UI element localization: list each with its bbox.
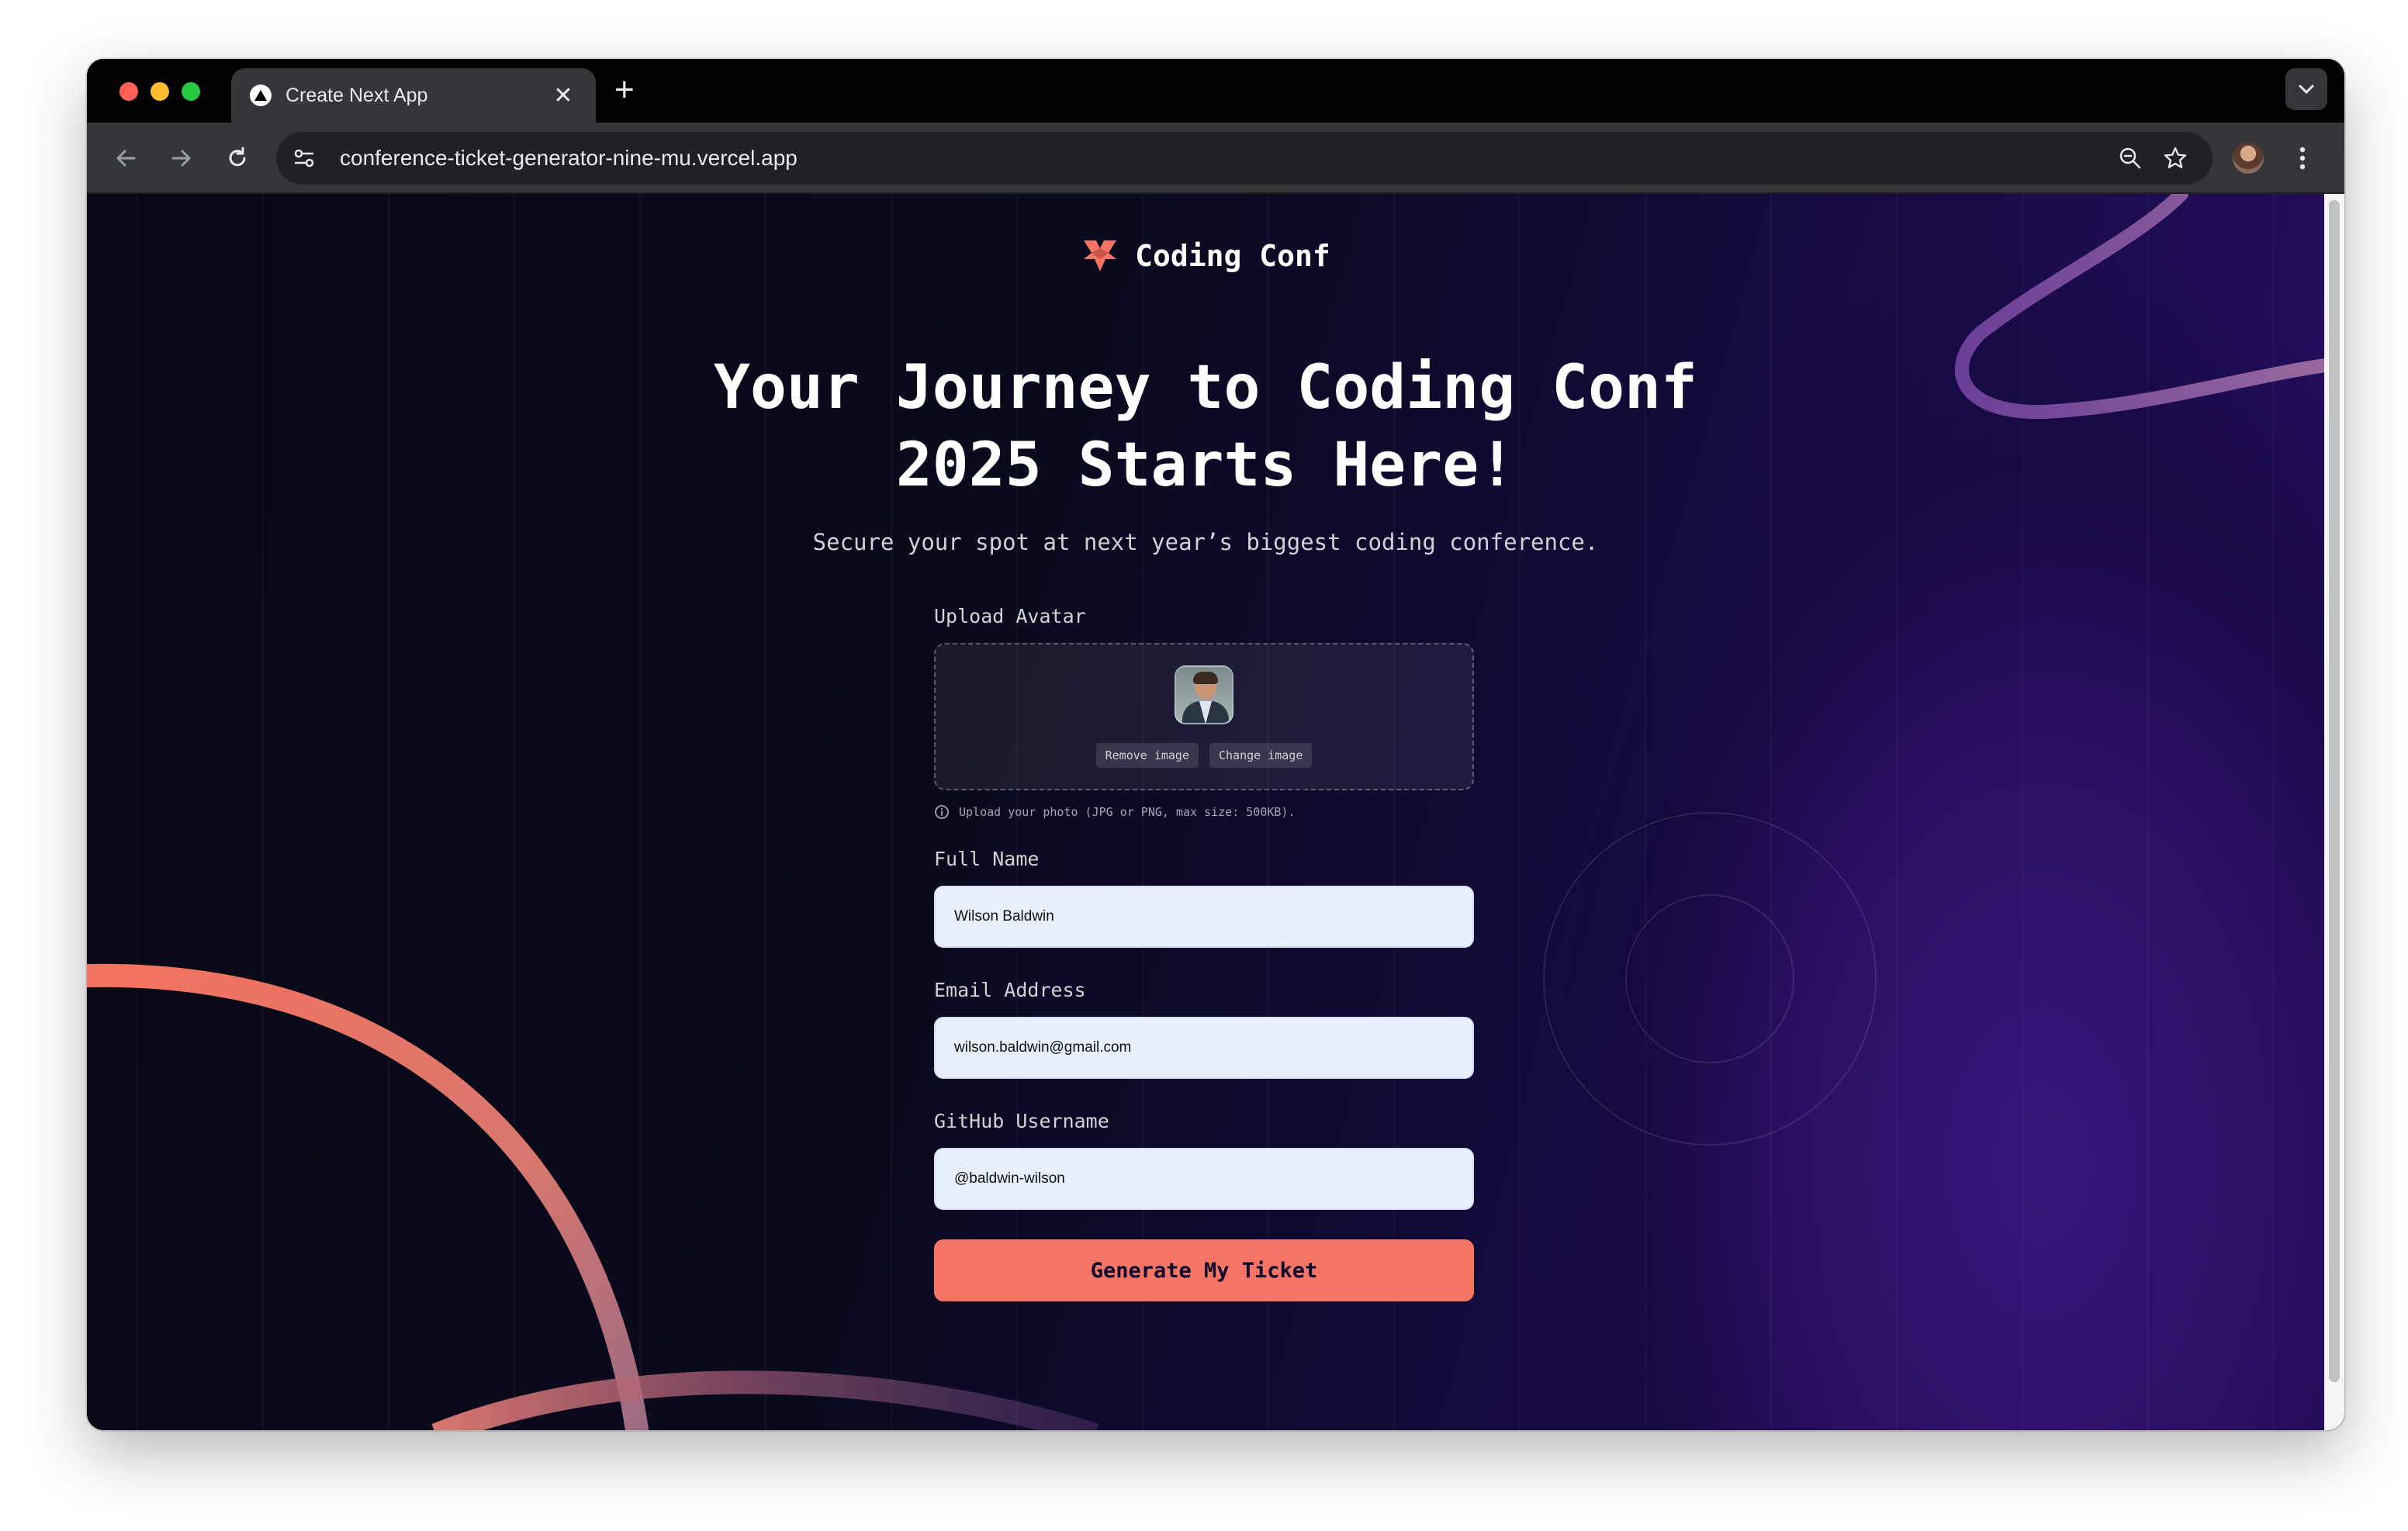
remove-image-button[interactable]: Remove image	[1095, 743, 1199, 768]
browser-tab[interactable]: Create Next App ✕	[231, 68, 596, 123]
reload-button[interactable]	[219, 140, 256, 177]
full-name-input[interactable]: Wilson Baldwin	[934, 886, 1474, 948]
github-group: GitHub Username @baldwin-wilson	[934, 1110, 1474, 1210]
upload-hint-text: Upload your photo (JPG or PNG, max size:…	[959, 805, 1296, 819]
change-image-button[interactable]: Change image	[1209, 743, 1313, 768]
browser-window: Create Next App ✕ + conference-ticket-ge…	[87, 59, 2344, 1430]
email-group: Email Address wilson.baldwin@gmail.com	[934, 979, 1474, 1079]
brand-header: Coding Conf	[87, 237, 2324, 275]
kebab-menu-icon	[2299, 147, 2306, 170]
email-input[interactable]: wilson.baldwin@gmail.com	[934, 1017, 1474, 1079]
ticket-form: Upload Avatar Remove image Change image	[934, 605, 1474, 1301]
avatar-preview	[1175, 665, 1233, 724]
address-bar[interactable]: conference-ticket-generator-nine-mu.verc…	[276, 132, 2213, 185]
coding-conf-logo-icon	[1084, 240, 1117, 271]
brand-name: Coding Conf	[1135, 239, 1330, 273]
back-button[interactable]	[107, 140, 144, 177]
forward-button[interactable]	[163, 140, 200, 177]
page-subheadline: Secure your spot at next year’s biggest …	[812, 529, 1599, 555]
page-viewport: Coding Conf Your Journey to Coding Conf …	[87, 194, 2344, 1430]
reload-icon	[229, 147, 246, 167]
site-settings-icon[interactable]	[287, 141, 321, 175]
github-label: GitHub Username	[934, 1110, 1109, 1132]
page-headline: Your Journey to Coding Conf 2025 Starts …	[87, 349, 2324, 504]
tab-title: Create Next App	[285, 84, 428, 106]
avatar-actions: Remove image Change image	[1095, 743, 1313, 768]
maximize-window-button[interactable]	[182, 82, 200, 101]
browser-menu-button[interactable]	[2287, 140, 2318, 177]
close-window-button[interactable]	[119, 82, 138, 101]
tab-search-button[interactable]	[2285, 68, 2327, 110]
info-circle-icon	[935, 805, 949, 819]
scrollbar-thumb[interactable]	[2329, 200, 2340, 1382]
triangle-icon	[250, 85, 272, 106]
headline-line-1: Your Journey to Coding Conf	[714, 353, 1697, 423]
url-text[interactable]: conference-ticket-generator-nine-mu.verc…	[340, 146, 2118, 171]
tab-strip: Create Next App ✕ +	[87, 59, 2344, 123]
full-name-group: Full Name Wilson Baldwin	[934, 848, 1474, 948]
profile-avatar-icon[interactable]	[2233, 143, 2264, 174]
new-tab-button[interactable]: +	[614, 73, 635, 107]
browser-toolbar: conference-ticket-generator-nine-mu.verc…	[87, 123, 2344, 194]
bookmark-star-icon[interactable]	[2163, 146, 2188, 171]
avatar-upload-label: Upload Avatar	[934, 605, 1086, 627]
minimize-window-button[interactable]	[150, 82, 169, 101]
arrow-left-icon	[116, 150, 136, 167]
full-name-label: Full Name	[934, 848, 1040, 870]
scrollbar[interactable]	[2324, 194, 2344, 1430]
upload-hint: Upload your photo (JPG or PNG, max size:…	[934, 804, 1474, 820]
avatar-upload-dropzone[interactable]: Remove image Change image	[934, 643, 1474, 790]
email-label: Email Address	[934, 979, 1086, 1001]
zoom-icon[interactable]	[2118, 146, 2143, 171]
close-tab-icon[interactable]: ✕	[549, 82, 577, 109]
generate-ticket-button[interactable]: Generate My Ticket	[934, 1239, 1474, 1301]
headline-line-2: 2025 Starts Here!	[895, 430, 1516, 500]
page-content: Coding Conf Your Journey to Coding Conf …	[87, 194, 2324, 1430]
github-username-input[interactable]: @baldwin-wilson	[934, 1148, 1474, 1210]
chevron-down-icon	[2299, 85, 2314, 95]
arrow-right-icon	[171, 150, 191, 167]
